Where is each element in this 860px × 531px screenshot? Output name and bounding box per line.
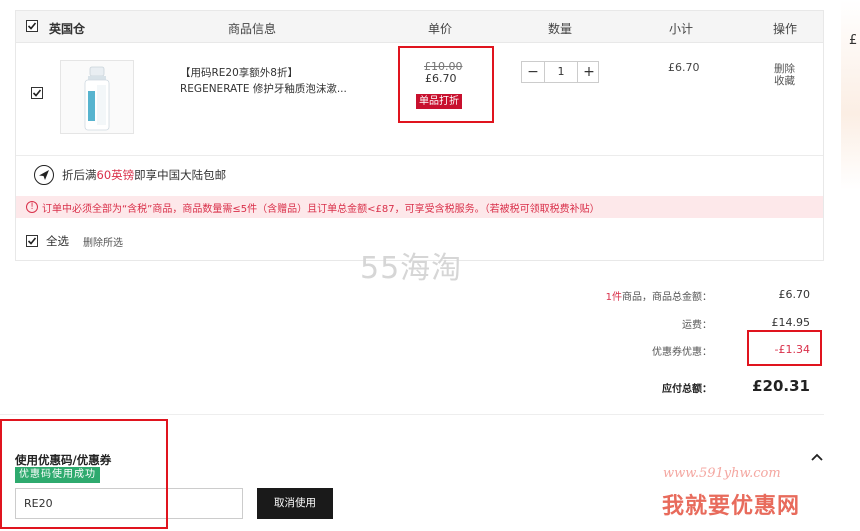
cancel-coupon-button[interactable]: 取消使用: [257, 488, 333, 519]
col-product-info: 商品信息: [228, 22, 277, 36]
check-icon: [32, 89, 42, 97]
coupon-discount-label: 优惠券优惠：: [652, 347, 712, 358]
col-actions: 操作: [773, 22, 798, 36]
tax-warning-banner: ! 订单中必须全部为“含税”商品，商品数量需≤5件（含赠品）且订单总金额<£87…: [16, 196, 823, 218]
cart-header: 英国仓 商品信息 单价 数量 小计 操作: [16, 11, 823, 43]
shipping-note: 折后满60英镑即享中国大陆包邮: [34, 164, 226, 186]
col-unit-price: 单价: [428, 22, 453, 36]
warehouse-checkbox[interactable]: [26, 20, 38, 32]
chevron-up-icon[interactable]: [810, 452, 824, 462]
favorite-link[interactable]: 收藏: [774, 73, 795, 88]
item-subtotal: £6.70: [668, 61, 700, 74]
col-subtotal: 小计: [669, 22, 694, 36]
shipping-text: 折后满60英镑即享中国大陆包邮: [62, 168, 227, 182]
check-icon: [27, 237, 37, 245]
product-title[interactable]: 【用码RE20享额外8折】: [180, 65, 298, 80]
item-checkbox[interactable]: [31, 87, 43, 99]
product-name[interactable]: REGENERATE 修护牙釉质泡沫漱...: [180, 81, 347, 96]
tax-warning-text: 订单中必须全部为“含税”商品，商品数量需≤5件（含赠品）且订单总金额<£87，可…: [42, 203, 600, 215]
qty-minus-button[interactable]: −: [522, 62, 544, 82]
shipping-label: 运费：: [682, 320, 712, 331]
select-all-label[interactable]: 全选: [46, 233, 69, 249]
airplane-icon: [34, 165, 54, 185]
alert-icon: !: [26, 201, 38, 213]
shipping-threshold: 60英镑: [96, 168, 135, 182]
highlight-coupon-box: [0, 419, 168, 529]
watermark-brand: 我就要优惠网: [662, 494, 801, 519]
product-bottle-image: [84, 66, 110, 131]
quantity-stepper: − 1 +: [521, 61, 599, 83]
highlight-discount-box: [747, 330, 822, 366]
items-total-label: 1件商品，商品总金额：: [605, 292, 712, 303]
side-banner-edge: [841, 0, 860, 190]
select-all-checkbox[interactable]: [26, 235, 38, 247]
summary-divider: [0, 414, 824, 415]
total-label: 应付总额：: [662, 384, 712, 395]
items-total-value: £6.70: [778, 288, 811, 301]
qty-plus-button[interactable]: +: [578, 62, 600, 82]
col-quantity: 数量: [548, 22, 573, 36]
side-pound-symbol: £: [849, 33, 858, 48]
highlight-price-box: [398, 46, 494, 123]
check-icon: [27, 22, 37, 30]
qty-input[interactable]: 1: [544, 62, 578, 82]
select-all-row: 全选 删除所选: [26, 233, 123, 249]
total-value: £20.31: [752, 377, 810, 395]
product-thumbnail[interactable]: [60, 60, 134, 134]
delete-selected-link[interactable]: 删除所选: [83, 234, 123, 249]
warehouse-label: 英国仓: [49, 22, 86, 36]
watermark-55haitao: 55海淘: [360, 251, 463, 286]
watermark-url: www.591yhw.com: [663, 466, 781, 481]
shipping-value: £14.95: [771, 316, 811, 329]
